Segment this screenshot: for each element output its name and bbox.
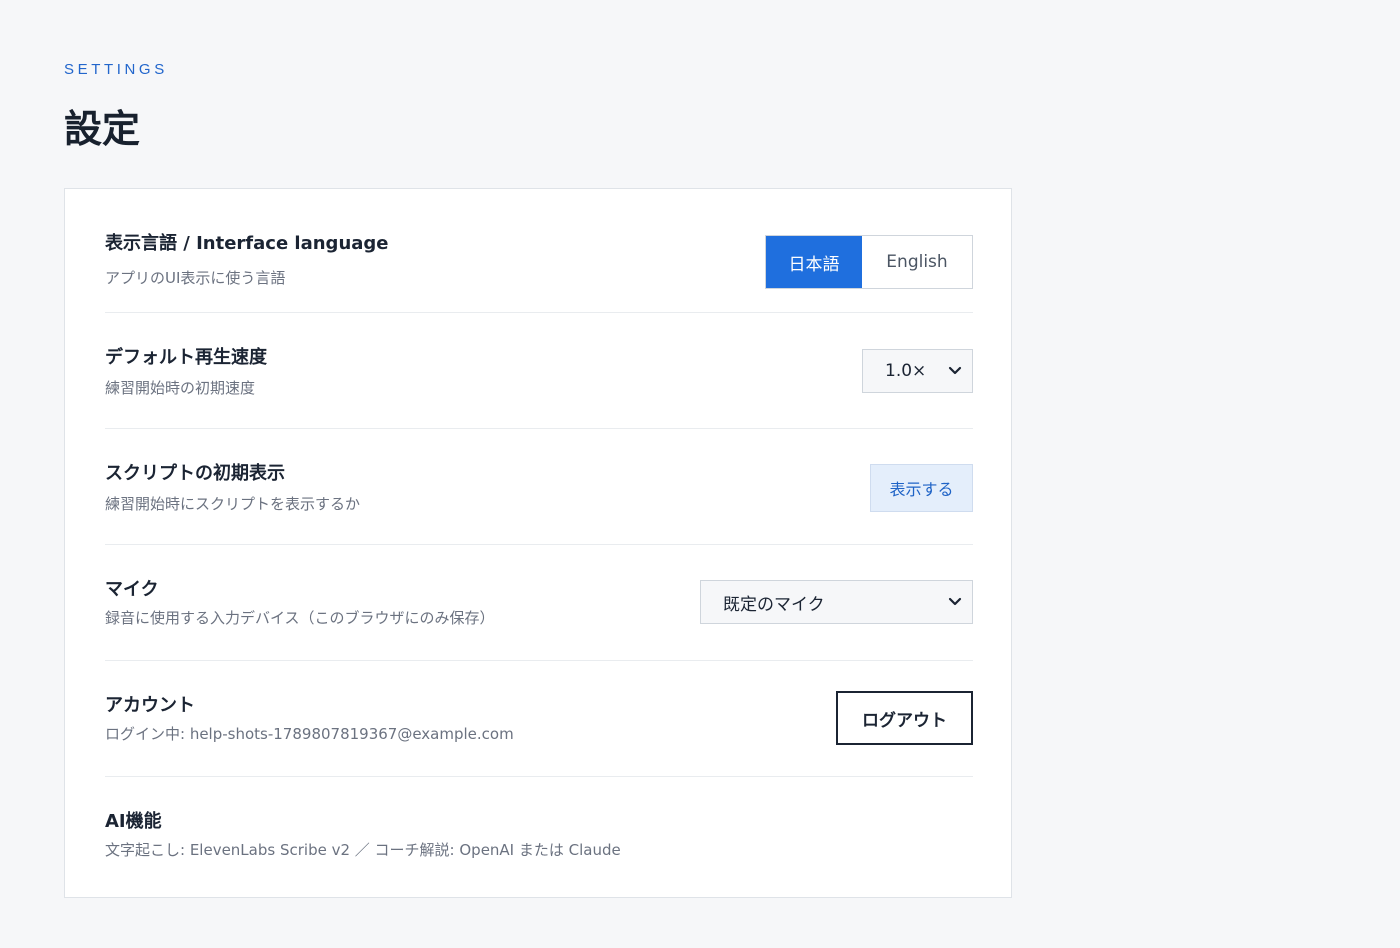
playback-speed-value: 1.0×: [885, 361, 927, 381]
mic-select[interactable]: 既定のマイク: [700, 580, 973, 624]
playback-speed-row: デフォルト再生速度 練習開始時の初期速度 1.0×: [105, 313, 973, 429]
language-row: 表示言語 / Interface language アプリのUI表示に使う言語 …: [105, 197, 973, 313]
settings-card: 表示言語 / Interface language アプリのUI表示に使う言語 …: [64, 188, 1012, 898]
language-option-japanese[interactable]: 日本語: [766, 236, 862, 288]
script-display-title: スクリプトの初期表示: [105, 463, 285, 484]
ai-features-description: 文字起こし: ElevenLabs Scribe v2 ／ コーチ解説: Ope…: [105, 841, 621, 859]
script-display-description: 練習開始時にスクリプトを表示するか: [105, 495, 361, 513]
playback-speed-title: デフォルト再生速度: [105, 347, 267, 368]
mic-title: マイク: [105, 579, 159, 600]
language-title: 表示言語 / Interface language: [105, 233, 389, 254]
playback-speed-select[interactable]: 1.0×: [862, 349, 973, 393]
account-row: アカウント ログイン中: help-shots-1789807819367@ex…: [105, 661, 973, 777]
chevron-down-icon: [938, 597, 972, 607]
mic-value: 既定のマイク: [723, 594, 825, 615]
page-title: 設定: [64, 106, 141, 151]
language-option-english[interactable]: English: [862, 236, 972, 288]
language-description: アプリのUI表示に使う言語: [105, 269, 286, 287]
account-description: ログイン中: help-shots-1789807819367@example.…: [105, 725, 514, 743]
mic-row: マイク 録音に使用する入力デバイス（このブラウザにのみ保存） 既定のマイク: [105, 545, 973, 661]
logout-button[interactable]: ログアウト: [836, 691, 973, 745]
playback-speed-description: 練習開始時の初期速度: [105, 379, 256, 397]
script-display-row: スクリプトの初期表示 練習開始時にスクリプトを表示するか 表示する: [105, 429, 973, 545]
settings-eyebrow: SETTINGS: [64, 61, 168, 78]
ai-features-row: AI機能 文字起こし: ElevenLabs Scribe v2 ／ コーチ解説…: [105, 777, 973, 893]
ai-features-title: AI機能: [105, 811, 162, 832]
language-segmented-control: 日本語 English: [765, 235, 973, 289]
account-title: アカウント: [105, 695, 195, 716]
chevron-down-icon: [938, 366, 972, 376]
script-display-toggle[interactable]: 表示する: [870, 464, 973, 512]
mic-description: 録音に使用する入力デバイス（このブラウザにのみ保存）: [105, 609, 495, 627]
